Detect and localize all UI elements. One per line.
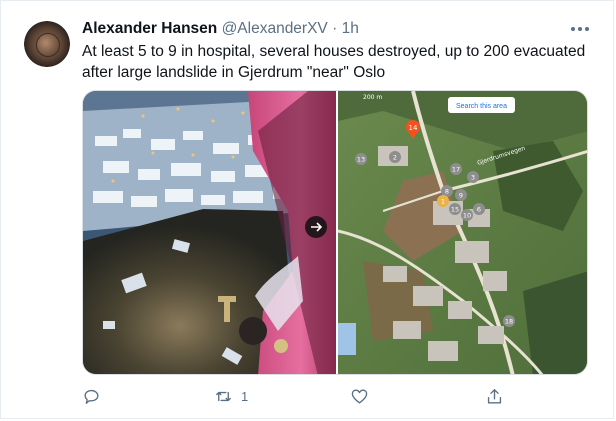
tweet-media[interactable]: Gjerdrumsvegen 200 m Search this area 14…	[82, 90, 588, 375]
map-pin[interactable]: 15	[449, 203, 461, 215]
share-icon	[487, 388, 502, 404]
svg-text:Search this area: Search this area	[456, 103, 507, 110]
tweet-header: Alexander Hansen @AlexanderXV · 1h	[82, 19, 359, 39]
avatar[interactable]	[24, 21, 70, 67]
share-button[interactable]	[485, 385, 504, 407]
svg-text:2: 2	[393, 154, 397, 162]
map-pin[interactable]: 6	[473, 203, 485, 215]
reply-icon	[84, 389, 99, 404]
svg-text:8: 8	[445, 188, 449, 196]
separator-dot: ·	[332, 20, 338, 37]
map-pin[interactable]: 2	[389, 151, 401, 163]
reply-button[interactable]	[82, 385, 109, 407]
map-pin[interactable]: 9	[455, 189, 467, 201]
like-button[interactable]	[350, 385, 377, 407]
map-pin[interactable]: 18	[503, 315, 515, 327]
satellite-map[interactable]: Gjerdrumsvegen 200 m Search this area 14…	[337, 91, 588, 375]
svg-text:10: 10	[463, 212, 471, 220]
retweet-button[interactable]: 1	[214, 385, 248, 407]
tweet-card[interactable]: Alexander Hansen @AlexanderXV · 1h At le…	[0, 0, 614, 419]
map-pin[interactable]: 1	[437, 195, 449, 207]
svg-text:3: 3	[471, 174, 475, 182]
tweet-timestamp[interactable]: 1h	[342, 20, 359, 37]
map-pin[interactable]: 10	[461, 209, 473, 221]
svg-text:14: 14	[409, 124, 418, 132]
svg-text:17: 17	[452, 166, 460, 174]
map-pin[interactable]: 17	[450, 163, 462, 175]
author-name[interactable]: Alexander Hansen	[82, 20, 217, 37]
map-pin[interactable]: 13	[355, 153, 367, 165]
author-handle[interactable]: @AlexanderXV	[222, 20, 328, 37]
svg-text:15: 15	[451, 206, 459, 214]
heart-icon	[351, 388, 368, 404]
tweet-text: At least 5 to 9 in hospital, several hou…	[82, 43, 586, 81]
retweet-count: 1	[241, 388, 249, 404]
avatar-image	[36, 33, 60, 57]
svg-text:13: 13	[357, 156, 365, 164]
tweet-actions: 1	[82, 385, 512, 407]
map-pin[interactable]: 3	[467, 171, 479, 183]
svg-text:1: 1	[441, 198, 445, 206]
more-dots-icon[interactable]	[569, 19, 591, 39]
retweet-icon	[216, 391, 231, 401]
scale-label: 200 m	[363, 94, 382, 101]
aerial-photo[interactable]	[83, 91, 336, 375]
search-this-area-button[interactable]: Search this area	[448, 97, 515, 113]
svg-text:9: 9	[459, 192, 463, 200]
svg-text:6: 6	[477, 206, 481, 214]
svg-text:18: 18	[505, 318, 513, 326]
